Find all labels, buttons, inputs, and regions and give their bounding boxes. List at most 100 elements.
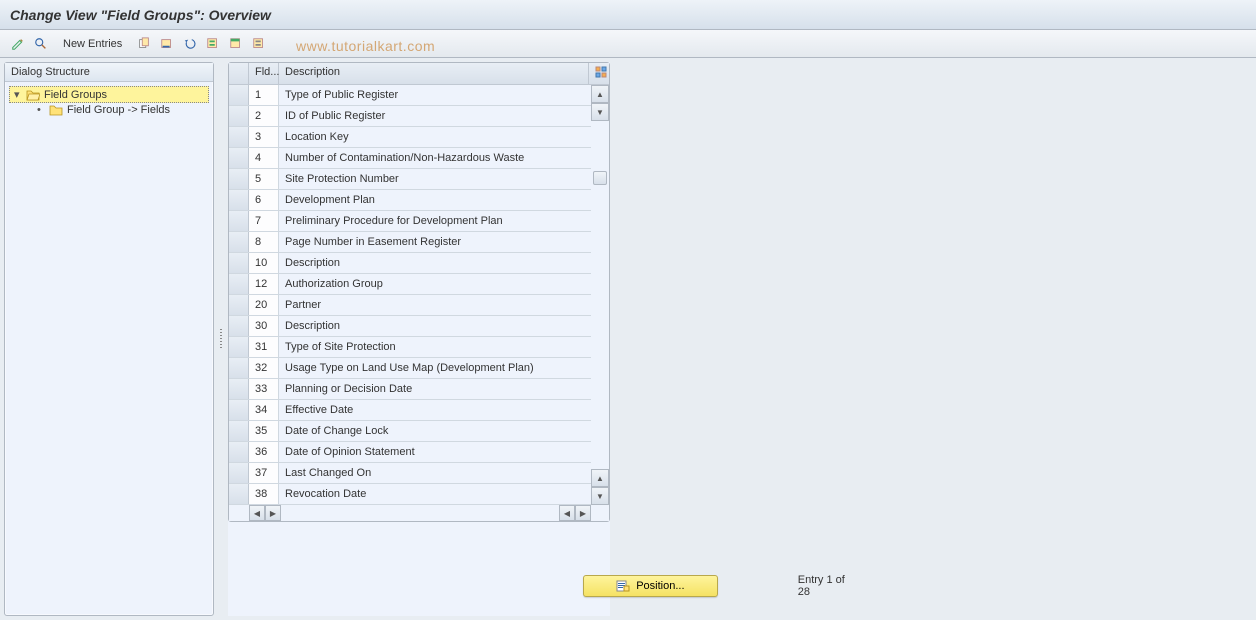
row-selector[interactable] — [229, 253, 249, 273]
cell-description[interactable]: Type of Public Register — [279, 85, 591, 105]
cell-fld[interactable]: 32 — [249, 358, 279, 378]
cell-description[interactable]: Partner — [279, 295, 591, 315]
cell-description[interactable]: ID of Public Register — [279, 106, 591, 126]
cell-description[interactable]: Site Protection Number — [279, 169, 591, 189]
horizontal-scrollbar[interactable]: ◀ ▶ ◀ ▶ — [229, 505, 609, 521]
cell-fld[interactable]: 5 — [249, 169, 279, 189]
cell-description[interactable]: Page Number in Easement Register — [279, 232, 591, 252]
row-selector[interactable] — [229, 379, 249, 399]
table-row[interactable]: 4Number of Contamination/Non-Hazardous W… — [229, 148, 591, 169]
cell-description[interactable]: Last Changed On — [279, 463, 591, 483]
new-entries-button[interactable]: New Entries — [54, 35, 131, 53]
scroll-left-icon[interactable]: ◀ — [249, 505, 265, 521]
cell-fld[interactable]: 20 — [249, 295, 279, 315]
cell-fld[interactable]: 33 — [249, 379, 279, 399]
scroll-left-step-icon[interactable]: ◀ — [559, 505, 575, 521]
row-selector[interactable] — [229, 442, 249, 462]
cell-description[interactable]: Planning or Decision Date — [279, 379, 591, 399]
column-fld[interactable]: Fld... — [249, 63, 279, 84]
row-selector[interactable] — [229, 337, 249, 357]
cell-description[interactable]: Effective Date — [279, 400, 591, 420]
table-row[interactable]: 38Revocation Date — [229, 484, 591, 505]
table-row[interactable]: 2ID of Public Register — [229, 106, 591, 127]
delete-icon[interactable] — [157, 34, 177, 54]
cell-description[interactable]: Description — [279, 253, 591, 273]
select-all-icon[interactable] — [203, 34, 223, 54]
cell-fld[interactable]: 36 — [249, 442, 279, 462]
table-row[interactable]: 3Location Key — [229, 127, 591, 148]
table-row[interactable]: 37Last Changed On — [229, 463, 591, 484]
row-selector[interactable] — [229, 148, 249, 168]
table-row[interactable]: 35Date of Change Lock — [229, 421, 591, 442]
cell-fld[interactable]: 37 — [249, 463, 279, 483]
cell-fld[interactable]: 2 — [249, 106, 279, 126]
cell-description[interactable]: Development Plan — [279, 190, 591, 210]
cell-fld[interactable]: 7 — [249, 211, 279, 231]
table-row[interactable]: 8Page Number in Easement Register — [229, 232, 591, 253]
cell-fld[interactable]: 31 — [249, 337, 279, 357]
row-selector[interactable] — [229, 127, 249, 147]
copy-as-icon[interactable] — [134, 34, 154, 54]
row-selector[interactable] — [229, 316, 249, 336]
cell-fld[interactable]: 8 — [249, 232, 279, 252]
row-selector[interactable] — [229, 358, 249, 378]
row-selector[interactable] — [229, 274, 249, 294]
cell-description[interactable]: Type of Site Protection — [279, 337, 591, 357]
cell-description[interactable]: Preliminary Procedure for Development Pl… — [279, 211, 591, 231]
tree-item-field-groups[interactable]: ▾ Field Groups — [9, 86, 209, 103]
scroll-thumb[interactable] — [593, 171, 607, 185]
row-selector[interactable] — [229, 211, 249, 231]
table-row[interactable]: 12Authorization Group — [229, 274, 591, 295]
cell-fld[interactable]: 30 — [249, 316, 279, 336]
table-row[interactable]: 32Usage Type on Land Use Map (Developmen… — [229, 358, 591, 379]
cell-fld[interactable]: 12 — [249, 274, 279, 294]
table-row[interactable]: 20Partner — [229, 295, 591, 316]
tree-item-field-group-fields[interactable]: • Field Group -> Fields — [9, 103, 209, 117]
cell-description[interactable]: Usage Type on Land Use Map (Development … — [279, 358, 591, 378]
row-selector[interactable] — [229, 421, 249, 441]
cell-fld[interactable]: 1 — [249, 85, 279, 105]
row-selector[interactable] — [229, 463, 249, 483]
row-selector[interactable] — [229, 190, 249, 210]
toggle-display-change-icon[interactable] — [8, 34, 28, 54]
splitter-handle[interactable] — [218, 62, 224, 616]
cell-fld[interactable]: 10 — [249, 253, 279, 273]
row-selector[interactable] — [229, 484, 249, 504]
cell-fld[interactable]: 4 — [249, 148, 279, 168]
cell-fld[interactable]: 35 — [249, 421, 279, 441]
cell-description[interactable]: Number of Contamination/Non-Hazardous Wa… — [279, 148, 591, 168]
table-row[interactable]: 1Type of Public Register — [229, 85, 591, 106]
cell-fld[interactable]: 38 — [249, 484, 279, 504]
scroll-up-step-icon[interactable]: ▲ — [591, 469, 609, 487]
row-selector[interactable] — [229, 400, 249, 420]
table-row[interactable]: 33Planning or Decision Date — [229, 379, 591, 400]
table-config-icon[interactable] — [589, 63, 609, 84]
cell-description[interactable]: Date of Change Lock — [279, 421, 591, 441]
undo-change-icon[interactable] — [180, 34, 200, 54]
scroll-down-step-icon[interactable]: ▼ — [591, 103, 609, 121]
row-selector[interactable] — [229, 295, 249, 315]
hscroll-track[interactable] — [281, 505, 559, 521]
cell-description[interactable]: Authorization Group — [279, 274, 591, 294]
scroll-up-icon[interactable]: ▲ — [591, 85, 609, 103]
vertical-scrollbar[interactable]: ▲ ▼ ▲ ▼ — [591, 85, 609, 505]
table-row[interactable]: 34Effective Date — [229, 400, 591, 421]
column-description[interactable]: Description — [279, 63, 589, 84]
scroll-track[interactable] — [591, 121, 609, 469]
table-row[interactable]: 7Preliminary Procedure for Development P… — [229, 211, 591, 232]
scroll-right-step-icon[interactable]: ▶ — [265, 505, 281, 521]
tree-collapse-icon[interactable]: ▾ — [14, 88, 24, 101]
select-block-icon[interactable] — [226, 34, 246, 54]
row-selector[interactable] — [229, 169, 249, 189]
position-button[interactable]: Position... — [583, 575, 718, 597]
row-selector[interactable] — [229, 85, 249, 105]
deselect-all-icon[interactable] — [249, 34, 269, 54]
table-row[interactable]: 36Date of Opinion Statement — [229, 442, 591, 463]
cell-fld[interactable]: 6 — [249, 190, 279, 210]
cell-description[interactable]: Description — [279, 316, 591, 336]
column-selector[interactable] — [229, 63, 249, 84]
cell-description[interactable]: Date of Opinion Statement — [279, 442, 591, 462]
row-selector[interactable] — [229, 232, 249, 252]
table-row[interactable]: 10Description — [229, 253, 591, 274]
cell-fld[interactable]: 3 — [249, 127, 279, 147]
